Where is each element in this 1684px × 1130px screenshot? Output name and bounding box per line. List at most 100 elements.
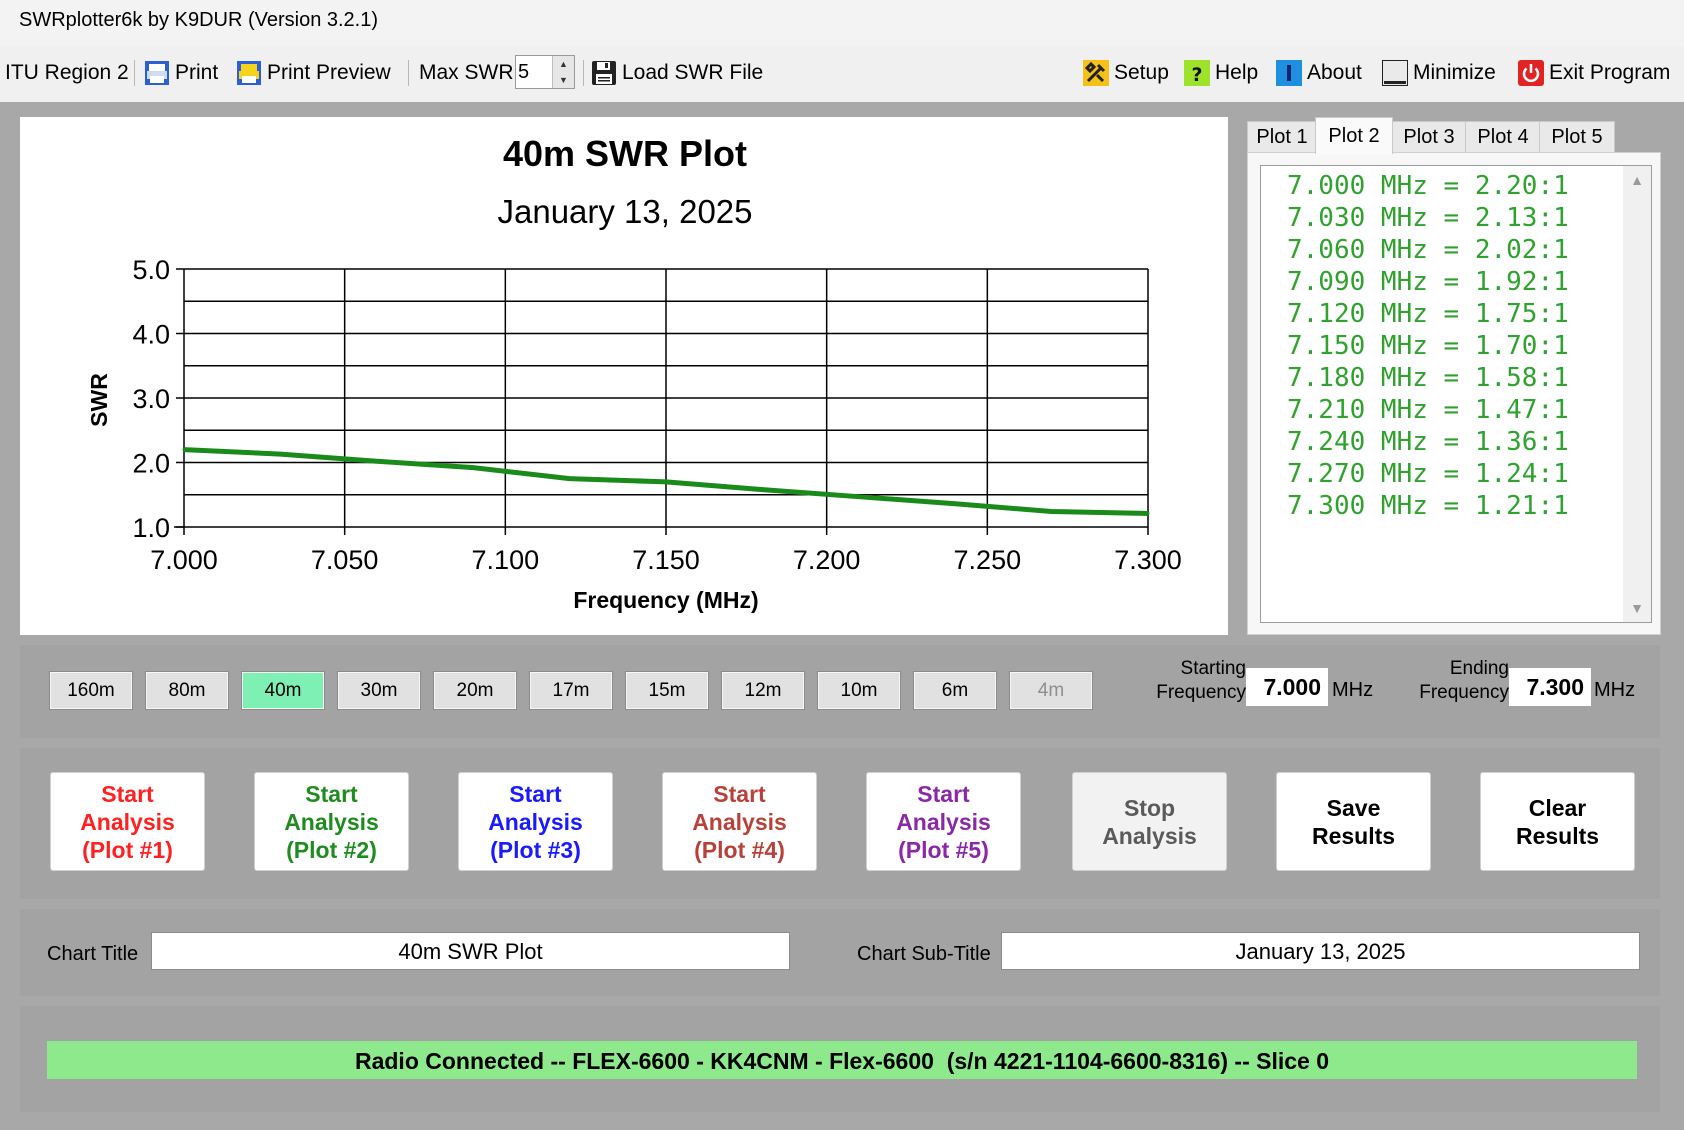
reading-list-item[interactable]: 7.300 MHz = 1.21:1 bbox=[1287, 491, 1569, 521]
max-swr-input[interactable] bbox=[518, 58, 548, 86]
window-title: SWRplotter6k by K9DUR (Version 3.2.1) bbox=[19, 9, 379, 31]
band-button-4m[interactable]: 4m bbox=[1009, 671, 1093, 710]
status-panel: Radio Connected -- FLEX-6600 - KK4CNM - … bbox=[20, 1006, 1660, 1112]
title-bar: SWRplotter6k by K9DUR (Version 3.2.1) bbox=[0, 0, 1684, 46]
save-results-button[interactable]: Save Results bbox=[1276, 772, 1431, 871]
load-swr-file-button[interactable]: Load SWR File bbox=[591, 57, 763, 89]
start-analysis-label: Analysis bbox=[692, 808, 787, 835]
x-tick-label: 7.100 bbox=[472, 545, 540, 575]
reading-list-item[interactable]: 7.270 MHz = 1.24:1 bbox=[1287, 459, 1569, 489]
band-button-20m[interactable]: 20m bbox=[433, 671, 517, 710]
tab-plot-2[interactable]: Plot 2 bbox=[1315, 117, 1393, 154]
band-button-160m[interactable]: 160m bbox=[49, 671, 133, 710]
x-tick-label: 7.250 bbox=[954, 545, 1022, 575]
swr-data-point bbox=[182, 448, 186, 452]
floppy-disk-icon bbox=[591, 60, 617, 86]
minimize-button[interactable]: Minimize bbox=[1381, 57, 1496, 89]
tab-plot-5[interactable]: Plot 5 bbox=[1539, 121, 1615, 153]
reading-list-item[interactable]: 7.180 MHz = 1.58:1 bbox=[1287, 363, 1569, 393]
swr-data-point bbox=[1146, 511, 1150, 515]
toolbar-separator bbox=[134, 60, 135, 86]
analysis-panel: Stop Analysis Save Results Clear Results St… bbox=[20, 748, 1660, 899]
max-swr-spinner[interactable]: ▲ ▼ bbox=[515, 55, 575, 89]
chart-subtitle-label: Chart Sub-Title bbox=[857, 943, 991, 965]
starting-frequency-label: Starting Frequency bbox=[1156, 658, 1246, 703]
x-tick-label: 7.200 bbox=[793, 545, 861, 575]
load-swr-file-label: Load SWR File bbox=[622, 61, 764, 84]
band-panel: Starting Frequency 7.000 MHz Ending Freque… bbox=[20, 645, 1660, 738]
band-button-15m[interactable]: 15m bbox=[625, 671, 709, 710]
band-button-40m[interactable]: 40m bbox=[241, 671, 325, 710]
band-button-12m[interactable]: 12m bbox=[721, 671, 805, 710]
start-analysis-label: (Plot #3) bbox=[490, 836, 581, 863]
info-icon bbox=[1276, 60, 1302, 86]
start-analysis-label: (Plot #1) bbox=[82, 836, 173, 863]
power-icon bbox=[1518, 60, 1544, 86]
reading-list-item[interactable]: 7.150 MHz = 1.70:1 bbox=[1287, 331, 1569, 361]
start-analysis-label: Start bbox=[305, 780, 358, 807]
swr-data-point bbox=[471, 466, 475, 470]
setup-label: Setup bbox=[1114, 61, 1169, 84]
reading-list-item[interactable]: 7.210 MHz = 1.47:1 bbox=[1287, 395, 1569, 425]
start-analysis-label: Start bbox=[101, 780, 154, 807]
spin-up-icon[interactable]: ▲ bbox=[552, 56, 574, 72]
scroll-down-icon[interactable]: ▼ bbox=[1623, 600, 1651, 616]
chart-subtitle-input[interactable]: January 13, 2025 bbox=[1001, 932, 1640, 970]
y-tick-label: 5.0 bbox=[132, 255, 170, 285]
start-analysis-label: Analysis bbox=[896, 808, 991, 835]
start-analysis-label: Start bbox=[917, 780, 970, 807]
band-button-6m[interactable]: 6m bbox=[913, 671, 997, 710]
starting-frequency-input[interactable]: 7.000 bbox=[1246, 668, 1328, 706]
chart-title-input[interactable]: 40m SWR Plot bbox=[151, 932, 790, 970]
start-analysis-plot-4-button[interactable]: Start Analysis (Plot #4) bbox=[662, 772, 817, 871]
start-analysis-plot-2-button[interactable]: Start Analysis (Plot #2) bbox=[254, 772, 409, 871]
setup-button[interactable]: Setup bbox=[1083, 57, 1169, 89]
toolbar-separator bbox=[583, 60, 584, 86]
max-swr-label: Max SWR bbox=[419, 61, 514, 84]
swr-readings-list[interactable]: ▲ ▼ 7.000 MHz = 2.20:1 7.030 MHz = 2.13:1… bbox=[1260, 165, 1652, 623]
reading-list-item[interactable]: 7.120 MHz = 1.75:1 bbox=[1287, 299, 1569, 329]
tools-icon bbox=[1083, 60, 1109, 86]
y-tick-label: 1.0 bbox=[132, 513, 170, 543]
start-analysis-label: Start bbox=[509, 780, 562, 807]
reading-list-item[interactable]: 7.030 MHz = 2.13:1 bbox=[1287, 203, 1569, 233]
start-analysis-plot-5-button[interactable]: Start Analysis (Plot #5) bbox=[866, 772, 1021, 871]
print-preview-button[interactable]: Print Preview bbox=[236, 57, 391, 89]
band-button-17m[interactable]: 17m bbox=[529, 671, 613, 710]
scroll-up-icon[interactable]: ▲ bbox=[1623, 172, 1651, 188]
start-analysis-plot-1-button[interactable]: Start Analysis (Plot #1) bbox=[50, 772, 205, 871]
print-button[interactable]: Print bbox=[144, 57, 218, 89]
about-button[interactable]: About bbox=[1276, 57, 1362, 89]
reading-list-item[interactable]: 7.240 MHz = 1.36:1 bbox=[1287, 427, 1569, 457]
ending-frequency-input[interactable]: 7.300 bbox=[1509, 668, 1591, 706]
exit-program-button[interactable]: Exit Program bbox=[1518, 57, 1670, 89]
band-button-30m[interactable]: 30m bbox=[337, 671, 421, 710]
spin-down-icon[interactable]: ▼ bbox=[552, 72, 574, 88]
reading-list-item[interactable]: 7.000 MHz = 2.20:1 bbox=[1287, 171, 1569, 201]
reading-list-item[interactable]: 7.060 MHz = 2.02:1 bbox=[1287, 235, 1569, 265]
chart-title-panel: Chart Title 40m SWR Plot Chart Sub-Title… bbox=[20, 909, 1660, 996]
band-button-80m[interactable]: 80m bbox=[145, 671, 229, 710]
start-analysis-plot-3-button[interactable]: Start Analysis (Plot #3) bbox=[458, 772, 613, 871]
ending-frequency-unit: MHz bbox=[1594, 679, 1636, 701]
about-label: About bbox=[1307, 61, 1362, 84]
stop-analysis-button[interactable]: Stop Analysis bbox=[1072, 772, 1227, 871]
x-tick-label: 7.000 bbox=[150, 545, 218, 575]
itu-region-menu[interactable]: ITU Region 2 bbox=[5, 57, 129, 89]
tab-plot-4[interactable]: Plot 4 bbox=[1465, 121, 1541, 153]
x-axis-label: Frequency (MHz) bbox=[573, 587, 758, 613]
y-tick-label: 2.0 bbox=[132, 449, 170, 479]
x-tick-label: 7.050 bbox=[311, 545, 379, 575]
help-button[interactable]: ? Help bbox=[1184, 57, 1258, 89]
reading-list-item[interactable]: 7.090 MHz = 1.92:1 bbox=[1287, 267, 1569, 297]
chart-panel: 40m SWR Plot January 13, 2025 1.0 2.0 3.0 4… bbox=[20, 117, 1228, 635]
tab-plot-1[interactable]: Plot 1 bbox=[1247, 121, 1317, 153]
list-scrollbar[interactable]: ▲ ▼ bbox=[1623, 166, 1651, 622]
swr-data-point bbox=[953, 502, 957, 506]
clear-results-button[interactable]: Clear Results bbox=[1480, 772, 1635, 871]
start-analysis-label: Analysis bbox=[488, 808, 583, 835]
band-button-10m[interactable]: 10m bbox=[817, 671, 901, 710]
start-analysis-label: (Plot #5) bbox=[898, 836, 989, 863]
tab-plot-3[interactable]: Plot 3 bbox=[1391, 121, 1467, 153]
svg-text:?: ? bbox=[1191, 64, 1202, 86]
